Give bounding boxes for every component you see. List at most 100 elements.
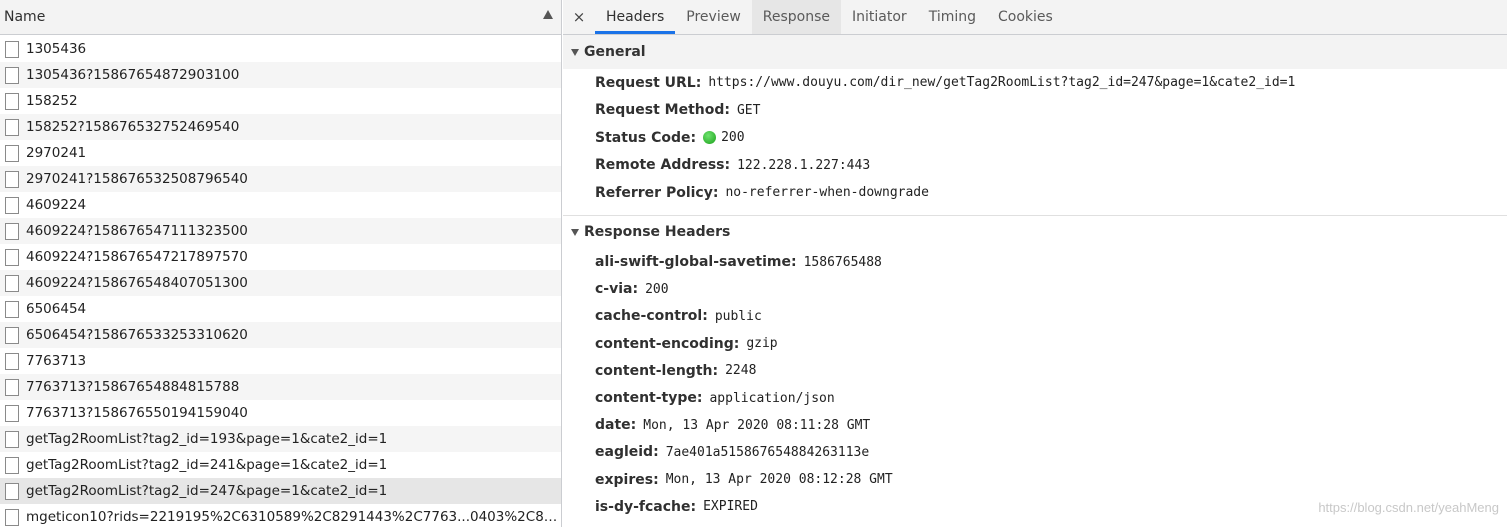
document-icon	[5, 430, 19, 448]
document-icon	[5, 92, 19, 110]
name-column-label: Name	[4, 9, 46, 25]
referrer-policy-row: Referrer Policy: no-referrer-when-downgr…	[563, 179, 1507, 207]
details-tabbar: × Headers Preview Response Initiator Tim…	[563, 0, 1507, 35]
header-value: GET	[736, 102, 761, 118]
request-name: 158252	[26, 93, 78, 109]
response-header-row: expires: Mon, 13 Apr 2020 08:12:28 GMT	[563, 466, 1507, 493]
request-name: 1305436?15867654872903100	[26, 67, 240, 83]
request-row[interactable]: getTag2RoomList?tag2_id=241&page=1&cate2…	[0, 452, 561, 478]
document-icon	[5, 300, 19, 318]
request-row[interactable]: mgeticon10?rids=2219195%2C6310589%2C8291…	[0, 504, 561, 527]
request-row[interactable]: 6506454?158676533253310620	[0, 322, 561, 348]
header-value: 122.228.1.227:443	[737, 157, 871, 173]
name-column-header[interactable]: Name	[0, 0, 561, 35]
response-header-row: cache-control: public	[563, 303, 1507, 330]
document-icon	[5, 378, 19, 396]
general-section-header[interactable]: General	[563, 35, 1507, 69]
document-icon	[5, 482, 19, 500]
header-key: is-dy-fcache:	[595, 498, 697, 515]
request-url-row: Request URL: https://www.douyu.com/dir_n…	[563, 69, 1507, 97]
request-name: 4609224?158676548407051300	[26, 275, 248, 291]
request-row[interactable]: 7763713?158676550194159040	[0, 400, 561, 426]
sort-ascending-icon[interactable]	[543, 10, 553, 19]
document-icon	[5, 274, 19, 292]
tab-response[interactable]: Response	[751, 0, 842, 34]
request-name: 7763713?158676550194159040	[26, 405, 248, 421]
request-name: getTag2RoomList?tag2_id=247&page=1&cate2…	[26, 483, 388, 499]
response-header-row: eagleid: 7ae401a515867654884263113e	[563, 439, 1507, 466]
header-value: gzip	[746, 336, 778, 352]
request-row[interactable]: 2970241?158676532508796540	[0, 166, 561, 192]
request-method-row: Request Method: GET	[563, 97, 1507, 125]
response-header-row: date: Mon, 13 Apr 2020 08:11:28 GMT	[563, 412, 1507, 439]
request-name: 1305436	[26, 41, 87, 57]
header-value: 200	[721, 130, 745, 146]
general-section: Request URL: https://www.douyu.com/dir_n…	[563, 69, 1507, 207]
request-row[interactable]: getTag2RoomList?tag2_id=193&page=1&cate2…	[0, 426, 561, 452]
request-name: 2970241	[26, 145, 87, 161]
request-name: getTag2RoomList?tag2_id=193&page=1&cate2…	[26, 431, 388, 447]
request-row[interactable]: 4609224?158676547111323500	[0, 218, 561, 244]
close-icon[interactable]: ×	[563, 0, 595, 34]
request-rows: 1305436 1305436?15867654872903100 158252…	[0, 36, 561, 527]
request-name: 2970241?158676532508796540	[26, 171, 248, 187]
request-row-selected[interactable]: getTag2RoomList?tag2_id=247&page=1&cate2…	[0, 478, 561, 504]
request-name: getTag2RoomList?tag2_id=241&page=1&cate2…	[26, 457, 388, 473]
request-name: 6506454?158676533253310620	[26, 327, 248, 343]
status-ok-icon	[703, 131, 717, 145]
document-icon	[5, 144, 19, 162]
request-list-pane: Name 1305436 1305436?15867654872903100 1…	[0, 0, 562, 527]
status-code-row: Status Code: 200	[563, 124, 1507, 152]
header-value: public	[714, 308, 762, 324]
request-name: mgeticon10?rids=2219195%2C6310589%2C8291…	[26, 509, 561, 525]
request-row[interactable]: 2970241	[0, 140, 561, 166]
header-value: Mon, 13 Apr 2020 08:11:28 GMT	[643, 417, 871, 433]
document-icon	[5, 170, 19, 188]
header-value: 7ae401a515867654884263113e	[665, 444, 870, 460]
header-key: Remote Address:	[595, 157, 731, 174]
request-row[interactable]: 7763713?15867654884815788	[0, 374, 561, 400]
tab-timing[interactable]: Timing	[918, 0, 987, 34]
header-key: Referrer Policy:	[595, 184, 719, 201]
document-icon	[5, 326, 19, 344]
header-key: Request Method:	[595, 102, 730, 119]
document-icon	[5, 118, 19, 136]
tab-initiator[interactable]: Initiator	[841, 0, 918, 34]
request-name: 7763713	[26, 353, 87, 369]
watermark: https://blog.csdn.net/yeahMeng	[1318, 500, 1499, 515]
document-icon	[5, 404, 19, 422]
header-value: 1586765488	[803, 254, 882, 270]
tab-preview[interactable]: Preview	[675, 0, 752, 34]
request-row[interactable]: 7763713	[0, 348, 561, 374]
tab-cookies[interactable]: Cookies	[987, 0, 1064, 34]
request-row[interactable]: 1305436	[0, 36, 561, 62]
request-row[interactable]: 4609224?158676548407051300	[0, 270, 561, 296]
request-row[interactable]: 4609224	[0, 192, 561, 218]
request-row[interactable]: 1305436?15867654872903100	[0, 62, 561, 88]
triangle-down-icon	[571, 228, 579, 236]
document-icon	[5, 196, 19, 214]
general-section-title: General	[584, 44, 646, 60]
header-value: 2248	[725, 363, 757, 379]
request-row[interactable]: 6506454	[0, 296, 561, 322]
request-row[interactable]: 4609224?158676547217897570	[0, 244, 561, 270]
header-key: Status Code:	[595, 129, 697, 146]
document-icon	[5, 40, 19, 58]
request-name: 7763713?15867654884815788	[26, 379, 240, 395]
header-key: Request URL:	[595, 74, 702, 91]
request-name: 4609224	[26, 197, 87, 213]
document-icon	[5, 352, 19, 370]
document-icon	[5, 456, 19, 474]
request-name: 4609224?158676547111323500	[26, 223, 248, 239]
header-key: ali-swift-global-savetime:	[595, 254, 797, 271]
header-value: no-referrer-when-downgrade	[725, 185, 929, 201]
document-icon	[5, 248, 19, 266]
header-value: https://www.douyu.com/dir_new/getTag2Roo…	[708, 75, 1296, 91]
header-value: 200	[645, 281, 669, 297]
tab-headers[interactable]: Headers	[595, 0, 676, 34]
request-row[interactable]: 158252	[0, 88, 561, 114]
header-value: Mon, 13 Apr 2020 08:12:28 GMT	[665, 472, 893, 488]
request-name: 4609224?158676547217897570	[26, 249, 248, 265]
response-headers-section-header[interactable]: Response Headers	[563, 214, 1507, 249]
request-row[interactable]: 158252?158676532752469540	[0, 114, 561, 140]
